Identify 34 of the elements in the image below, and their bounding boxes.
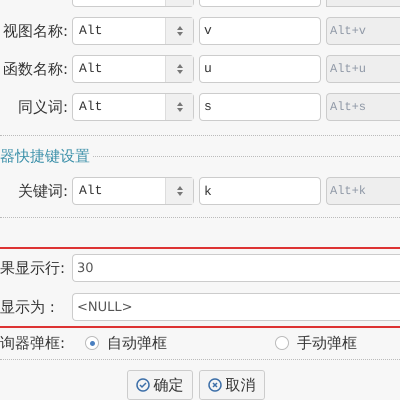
shortcut-preview-field: Alt+k xyxy=(326,177,400,206)
text-input[interactable]: <NULL> xyxy=(72,293,400,322)
radio-button[interactable] xyxy=(85,336,99,350)
field-label: 询器弹框: xyxy=(0,332,66,354)
field-label: 函数名称: xyxy=(2,58,69,80)
section-title: 器快捷键设置 xyxy=(0,146,90,167)
check-circle-icon xyxy=(136,378,150,392)
radio-button[interactable] xyxy=(275,336,289,350)
field-label: 显示为 : xyxy=(0,297,56,318)
radio-option[interactable]: 手动弹框 xyxy=(275,332,357,354)
radio-option[interactable]: 自动弹框 xyxy=(85,332,167,354)
confirm-button[interactable]: 确定 xyxy=(126,370,192,400)
key-input[interactable]: u xyxy=(199,54,321,83)
sort-caret-icon xyxy=(165,178,193,204)
key-input[interactable]: v xyxy=(199,16,321,45)
field-label: 同义词: xyxy=(16,96,69,118)
shortcut-preview-field: Alt+v xyxy=(326,16,400,45)
text-input[interactable]: 30 xyxy=(72,254,400,282)
field-label: 关键词: xyxy=(16,181,69,202)
field-label: 视图名称: xyxy=(2,20,69,42)
cancel-button[interactable]: 取消 xyxy=(198,370,264,400)
modifier-select[interactable]: Alt xyxy=(72,54,194,83)
sort-caret-icon xyxy=(165,56,193,82)
modifier-select[interactable]: Alt xyxy=(72,177,194,206)
shortcut-preview-field: Alt+s xyxy=(326,92,400,121)
sort-caret-icon xyxy=(165,18,193,44)
field-label: 果显示行: xyxy=(0,258,66,280)
key-input[interactable]: k xyxy=(199,177,321,206)
key-input[interactable]: s xyxy=(199,92,321,121)
sort-caret-icon xyxy=(165,94,193,120)
modifier-select[interactable]: Alt xyxy=(72,16,194,45)
shortcut-preview-field: Alt+u xyxy=(326,54,400,83)
close-circle-icon xyxy=(208,378,222,392)
modifier-select[interactable]: Alt xyxy=(72,92,194,121)
